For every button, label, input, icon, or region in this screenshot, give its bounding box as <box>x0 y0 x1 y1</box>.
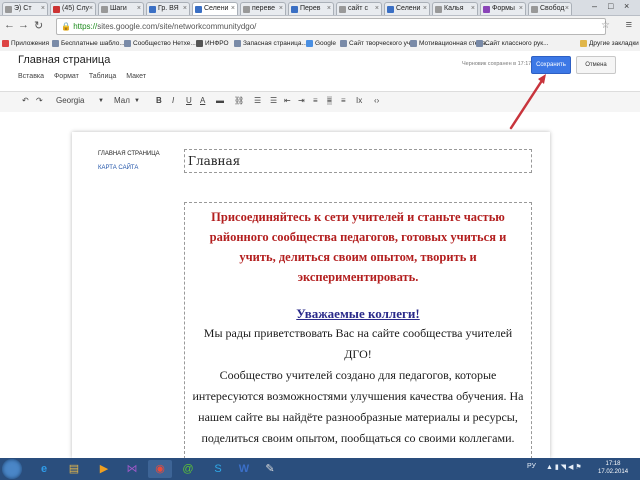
start-button[interactable] <box>2 459 22 479</box>
system-clock[interactable]: 17:18 17.02.2014 <box>598 460 628 476</box>
chrome-icon[interactable]: ◉ <box>148 460 172 478</box>
agent-icon[interactable]: @ <box>176 460 200 478</box>
skype-icon[interactable]: S <box>206 460 230 478</box>
language-indicator[interactable]: РУ <box>527 463 536 470</box>
word-icon[interactable]: W <box>232 460 256 478</box>
ie-icon[interactable]: e <box>32 460 56 478</box>
tray-icons[interactable]: ▲ ▮ ◥ ◀ ⚑ <box>546 463 582 471</box>
taskbar: e ▤ ▶ ⋈ ◉ @ S W ✎ РУ ▲ ▮ ◥ ◀ ⚑ 17:18 17.… <box>0 458 640 480</box>
visual-studio-icon[interactable]: ⋈ <box>120 460 144 478</box>
paint-icon[interactable]: ✎ <box>258 460 282 478</box>
media-player-icon[interactable]: ▶ <box>92 460 116 478</box>
explorer-icon[interactable]: ▤ <box>62 460 86 478</box>
annotation-arrow <box>509 74 546 130</box>
